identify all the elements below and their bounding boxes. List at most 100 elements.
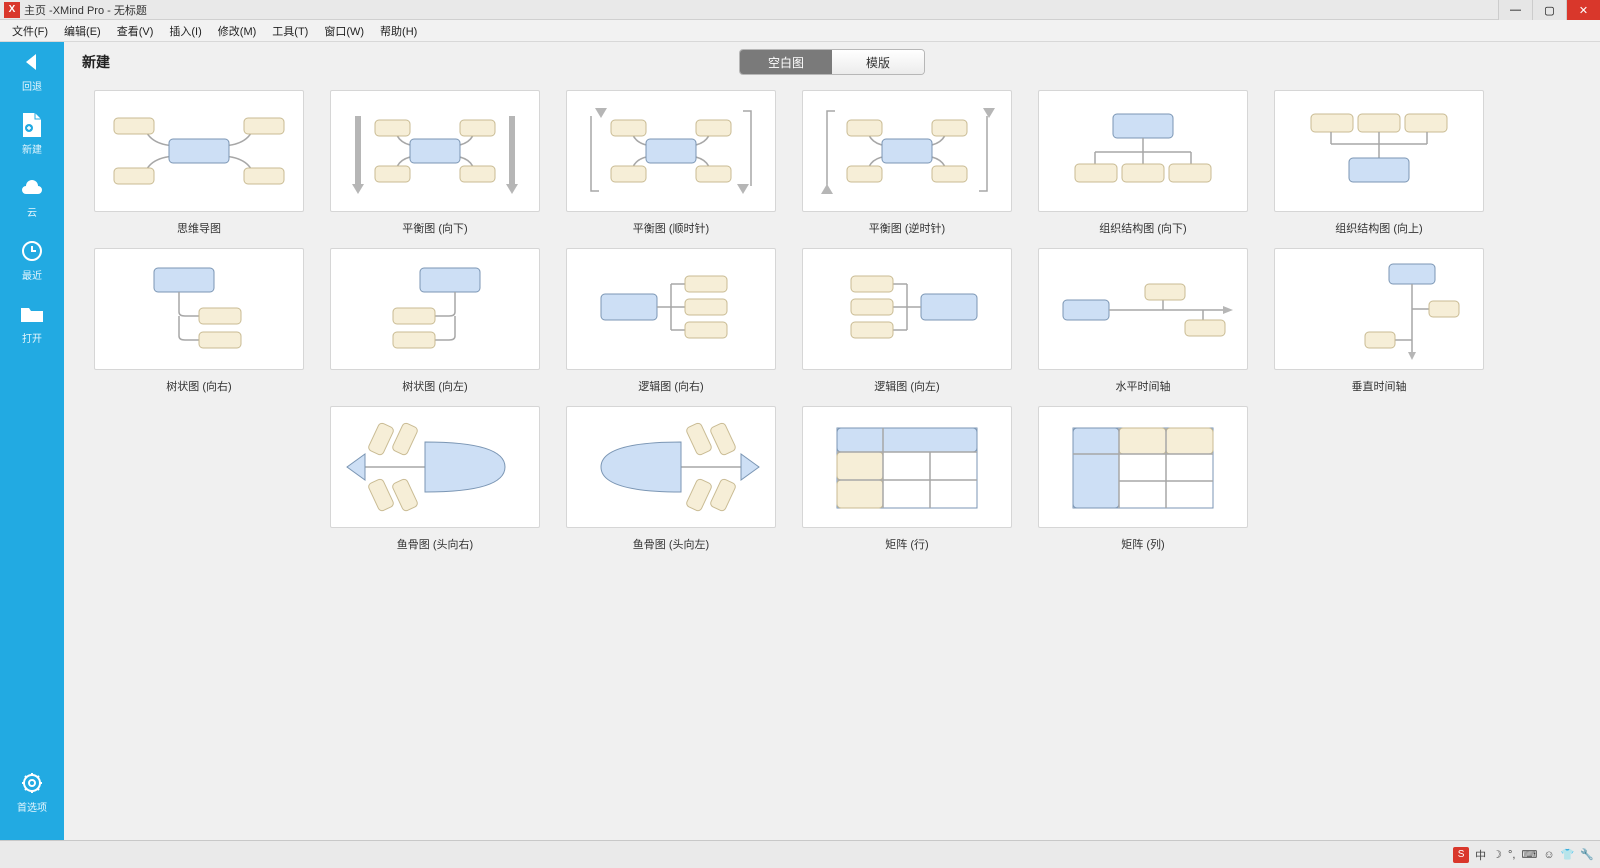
- template-timeline-h[interactable]: 水平时间轴: [1038, 248, 1248, 394]
- menu-edit[interactable]: 编辑(E): [56, 23, 109, 39]
- template-timeline-v[interactable]: 垂直时间轴: [1274, 248, 1484, 394]
- tray-comma-icon[interactable]: °,: [1508, 849, 1515, 861]
- template-tree-left[interactable]: 树状图 (向左): [330, 248, 540, 394]
- template-caption: 平衡图 (顺时针): [633, 220, 709, 236]
- tray-wrench-icon[interactable]: 🔧: [1580, 848, 1594, 861]
- template-caption: 平衡图 (逆时针): [869, 220, 945, 236]
- template-caption: 鱼骨图 (头向右): [397, 536, 473, 552]
- template-fishbone-left[interactable]: 鱼骨图 (头向左): [566, 406, 776, 552]
- tray-moon-icon[interactable]: ☽: [1492, 848, 1502, 861]
- sidebar: 回退 新建 云 最近 打开: [0, 42, 64, 840]
- ime-icon[interactable]: S: [1453, 847, 1469, 863]
- taskbar: S 中 ☽ °, ⌨ ☺ 👕 🔧: [0, 840, 1600, 868]
- template-caption: 矩阵 (列): [1121, 536, 1164, 552]
- template-balance-ccw[interactable]: 平衡图 (逆时针): [802, 90, 1012, 236]
- menu-file[interactable]: 文件(F): [4, 23, 56, 39]
- template-logic-left[interactable]: 逻辑图 (向左): [802, 248, 1012, 394]
- template-balance-down[interactable]: 平衡图 (向下): [330, 90, 540, 236]
- tab-blank[interactable]: 空白图: [740, 50, 832, 74]
- app-icon: X: [4, 2, 20, 18]
- template-caption: 垂直时间轴: [1352, 378, 1407, 394]
- sidebar-item-cloud[interactable]: 云: [0, 174, 64, 219]
- tray-shirt-icon[interactable]: 👕: [1561, 848, 1575, 861]
- template-row: 树状图 (向右) 树状图 (向左): [94, 248, 1570, 394]
- sidebar-label-recent: 最近: [22, 267, 42, 282]
- sidebar-label-cloud: 云: [27, 204, 37, 219]
- thumbnail: [1038, 248, 1248, 370]
- template-org-down[interactable]: 组织结构图 (向下): [1038, 90, 1248, 236]
- thumbnail: [1274, 90, 1484, 212]
- tray-keyboard-icon[interactable]: ⌨: [1521, 848, 1537, 861]
- titlebar: X 主页 -XMind Pro - 无标题 — ▢ ✕: [0, 0, 1600, 20]
- thumbnail: [94, 90, 304, 212]
- sidebar-item-back[interactable]: 回退: [0, 48, 64, 93]
- thumbnail: [1274, 248, 1484, 370]
- minimize-button[interactable]: —: [1498, 0, 1532, 20]
- template-mindmap[interactable]: 思维导图: [94, 90, 304, 236]
- ime-label[interactable]: 中: [1475, 847, 1486, 863]
- thumbnail: [1038, 90, 1248, 212]
- sidebar-label-back: 回退: [22, 78, 42, 93]
- template-tabs: 空白图 模版: [739, 49, 925, 75]
- template-caption: 树状图 (向左): [402, 378, 467, 394]
- template-caption: 平衡图 (向下): [402, 220, 467, 236]
- maximize-button[interactable]: ▢: [1532, 0, 1566, 20]
- thumbnail: [802, 248, 1012, 370]
- system-tray: S 中 ☽ °, ⌨ ☺ 👕 🔧: [1453, 847, 1594, 863]
- template-gallery: 思维导图: [64, 82, 1600, 840]
- sidebar-item-new[interactable]: 新建: [0, 111, 64, 156]
- menu-insert[interactable]: 插入(I): [161, 23, 209, 39]
- back-arrow-icon: [18, 48, 46, 76]
- thumbnail: [802, 90, 1012, 212]
- menu-modify[interactable]: 修改(M): [210, 23, 265, 39]
- sidebar-label-new: 新建: [22, 141, 42, 156]
- template-caption: 矩阵 (行): [885, 536, 928, 552]
- sidebar-label-pref: 首选项: [17, 799, 47, 814]
- template-caption: 思维导图: [177, 220, 221, 236]
- tab-template[interactable]: 模版: [832, 50, 924, 74]
- template-fishbone-right[interactable]: 鱼骨图 (头向右): [330, 406, 540, 552]
- template-caption: 树状图 (向右): [166, 378, 231, 394]
- tray-emoji-icon[interactable]: ☺: [1543, 849, 1554, 861]
- thumbnail: [330, 406, 540, 528]
- window-title: 主页 -XMind Pro - 无标题: [24, 2, 147, 18]
- template-caption: 组织结构图 (向上): [1335, 220, 1422, 236]
- thumbnail: [802, 406, 1012, 528]
- main-area: 回退 新建 云 最近 打开: [0, 42, 1600, 840]
- clock-icon: [18, 237, 46, 265]
- window-controls: — ▢ ✕: [1498, 0, 1600, 20]
- template-logic-right[interactable]: 逻辑图 (向右): [566, 248, 776, 394]
- menubar: 文件(F) 编辑(E) 查看(V) 插入(I) 修改(M) 工具(T) 窗口(W…: [0, 20, 1600, 42]
- new-file-icon: [18, 111, 46, 139]
- folder-icon: [18, 300, 46, 328]
- thumbnail: [94, 248, 304, 370]
- page-title: 新建: [82, 52, 110, 72]
- template-matrix-row[interactable]: 矩阵 (行): [802, 406, 1012, 552]
- cloud-icon: [18, 174, 46, 202]
- menu-tools[interactable]: 工具(T): [264, 23, 316, 39]
- sidebar-label-open: 打开: [22, 330, 42, 345]
- thumbnail: [566, 248, 776, 370]
- thumbnail: [330, 248, 540, 370]
- template-caption: 逻辑图 (向右): [638, 378, 703, 394]
- sidebar-item-recent[interactable]: 最近: [0, 237, 64, 282]
- thumbnail: [566, 90, 776, 212]
- template-caption: 逻辑图 (向左): [874, 378, 939, 394]
- template-row: 鱼骨图 (头向右) 鱼骨图 (头向左: [330, 406, 1570, 552]
- sidebar-item-open[interactable]: 打开: [0, 300, 64, 345]
- template-balance-cw[interactable]: 平衡图 (顺时针): [566, 90, 776, 236]
- template-caption: 鱼骨图 (头向左): [633, 536, 709, 552]
- template-tree-right[interactable]: 树状图 (向右): [94, 248, 304, 394]
- template-matrix-col[interactable]: 矩阵 (列): [1038, 406, 1248, 552]
- menu-help[interactable]: 帮助(H): [372, 23, 425, 39]
- template-row: 思维导图: [94, 90, 1570, 236]
- thumbnail: [1038, 406, 1248, 528]
- template-org-up[interactable]: 组织结构图 (向上): [1274, 90, 1484, 236]
- content: 新建 空白图 模版: [64, 42, 1600, 840]
- menu-view[interactable]: 查看(V): [109, 23, 162, 39]
- template-caption: 组织结构图 (向下): [1099, 220, 1186, 236]
- sidebar-item-preferences[interactable]: 首选项: [0, 769, 64, 814]
- gear-icon: [18, 769, 46, 797]
- close-button[interactable]: ✕: [1566, 0, 1600, 20]
- menu-window[interactable]: 窗口(W): [316, 23, 372, 39]
